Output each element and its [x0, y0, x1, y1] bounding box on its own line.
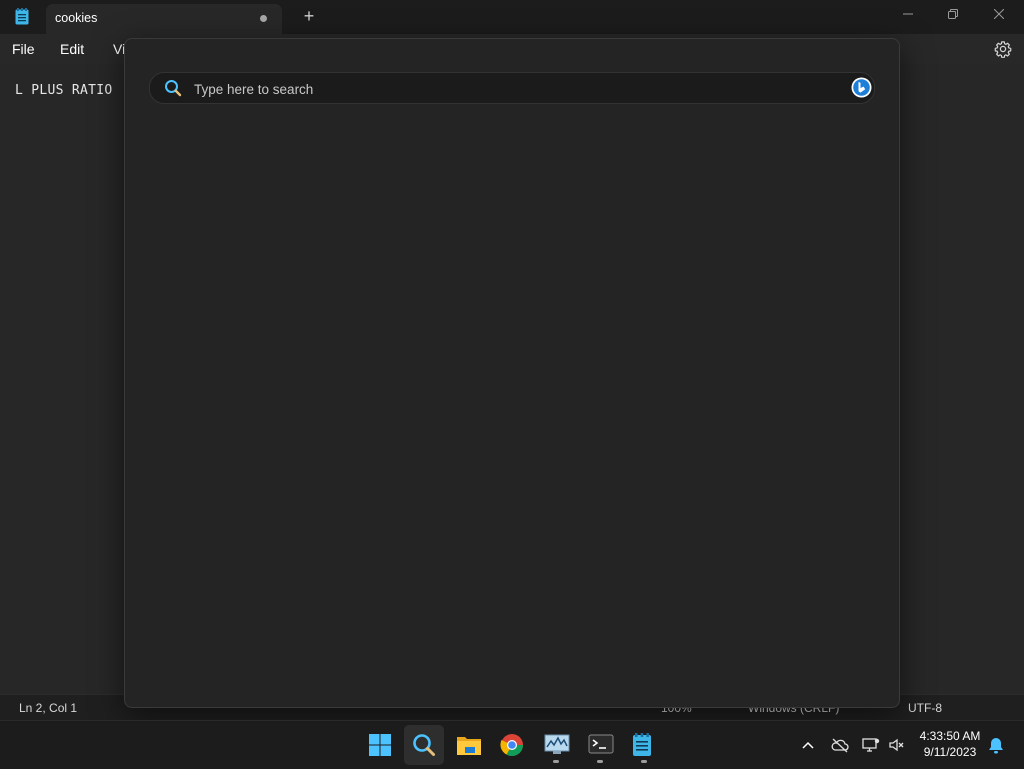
- title-bar: cookies +: [0, 0, 1024, 34]
- terminal-icon: [588, 734, 614, 754]
- taskbar: 4:33:50 AM 9/11/2023: [0, 720, 1024, 769]
- notepad-taskbar-button[interactable]: [624, 725, 664, 765]
- menu-file[interactable]: File: [12, 41, 35, 57]
- clock[interactable]: 4:33:50 AM 9/11/2023: [912, 728, 988, 760]
- resource-monitor-button[interactable]: [536, 725, 576, 765]
- running-indicator: [641, 760, 647, 763]
- search-icon: [164, 79, 182, 97]
- taskbar-search-button[interactable]: [404, 725, 444, 765]
- encoding[interactable]: UTF-8: [908, 701, 942, 715]
- close-button[interactable]: [976, 0, 1022, 30]
- settings-gear-icon[interactable]: [994, 40, 1012, 58]
- editor-text: L PLUS RATIO: [15, 83, 113, 98]
- notification-bell-icon[interactable]: [988, 737, 1006, 755]
- network-disconnected-icon[interactable]: [862, 737, 880, 755]
- resource-monitor-icon: [544, 734, 570, 754]
- start-button[interactable]: [360, 725, 400, 765]
- windows-start-icon: [369, 734, 391, 756]
- search-box[interactable]: [149, 72, 875, 105]
- search-flyout: [124, 38, 900, 708]
- close-icon: [993, 8, 1005, 20]
- file-explorer-icon: [457, 737, 481, 755]
- search-icon: [413, 734, 435, 756]
- minimize-icon: [903, 13, 913, 15]
- onedrive-offline-icon[interactable]: [831, 737, 849, 755]
- chevron-up-icon[interactable]: [800, 737, 818, 755]
- tab-title: cookies: [55, 11, 98, 25]
- running-indicator: [553, 760, 559, 763]
- chrome-icon: [500, 734, 523, 756]
- menu-edit[interactable]: Edit: [60, 41, 84, 57]
- clock-time: 4:33:50 AM: [919, 729, 981, 743]
- restore-icon: [948, 9, 958, 19]
- chrome-button[interactable]: [492, 725, 532, 765]
- file-explorer-button[interactable]: [448, 725, 488, 765]
- minimize-button[interactable]: [885, 0, 931, 30]
- bing-chat-icon[interactable]: [851, 77, 872, 98]
- volume-muted-icon[interactable]: [888, 737, 906, 755]
- notepad-icon: [633, 733, 651, 756]
- notepad-app-icon: [15, 8, 29, 25]
- search-input[interactable]: [192, 73, 816, 105]
- clock-date: 9/11/2023: [923, 745, 977, 759]
- terminal-button[interactable]: [580, 725, 620, 765]
- running-indicator: [597, 760, 603, 763]
- tab-cookies[interactable]: cookies: [46, 4, 282, 34]
- unsaved-dot-icon[interactable]: [260, 15, 267, 22]
- restore-button[interactable]: [930, 0, 976, 30]
- new-tab-button[interactable]: +: [300, 4, 318, 30]
- cursor-position: Ln 2, Col 1: [19, 701, 78, 715]
